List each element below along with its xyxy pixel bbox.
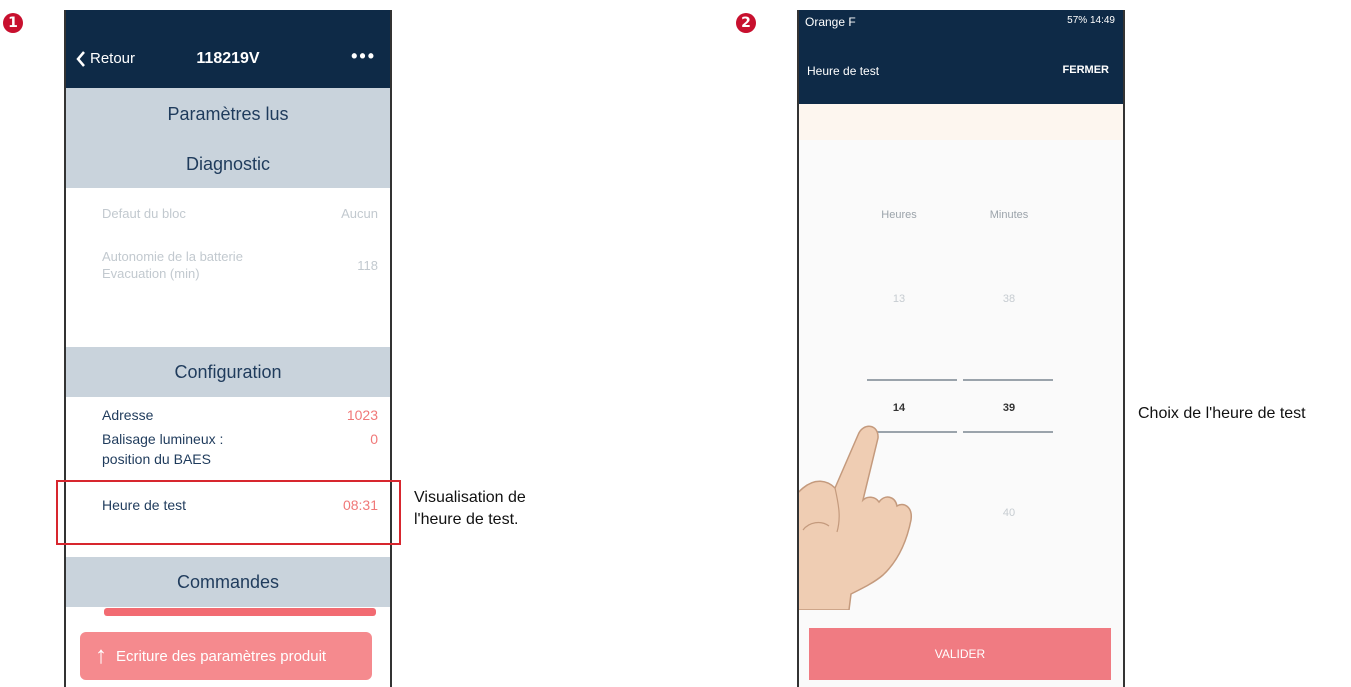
- diagnostic-label-autonomie: Autonomie de la batterie Evacuation (min…: [102, 249, 243, 281]
- partial-command-button[interactable]: [104, 608, 376, 616]
- minute-selection-line-bottom: [963, 431, 1053, 433]
- config-label-adresse: Adresse: [102, 407, 154, 423]
- phone-screen-parameters: Retour 118219V ••• Paramètres lus Diagno…: [64, 10, 392, 687]
- status-indicators: 57% 14:49: [1067, 15, 1115, 26]
- caption-visualisation: Visualisation de l'heure de test.: [414, 489, 526, 528]
- section-configuration: Configuration: [66, 347, 390, 397]
- carrier-name: Orange F: [805, 15, 856, 29]
- pointing-hand-icon: [799, 425, 912, 610]
- highlight-box: [56, 480, 401, 545]
- header-strip: [799, 104, 1123, 140]
- page-title: 118219V: [196, 50, 260, 67]
- hour-option-prev[interactable]: 13: [869, 293, 929, 305]
- diagnostic-value-autonomie: 118: [357, 258, 378, 273]
- hour-selection-line-top: [867, 379, 957, 381]
- write-parameters-label: Ecriture des paramètres produit: [116, 647, 327, 665]
- validate-button[interactable]: VALIDER: [809, 628, 1111, 680]
- section-diagnostic: Diagnostic: [66, 140, 390, 188]
- config-label-balisage: Balisage lumineux : position du BAES: [102, 431, 224, 467]
- minute-option-prev[interactable]: 38: [979, 293, 1039, 305]
- nav-bar: Heure de test FERMER: [799, 34, 1123, 104]
- section-commandes: Commandes: [66, 557, 390, 607]
- minute-selection-line-top: [963, 379, 1053, 381]
- step-1-badge: 1: [3, 13, 23, 33]
- diagnostic-label-defaut: Defaut du bloc: [102, 206, 186, 221]
- step-2-badge: 2: [736, 13, 756, 33]
- status-bar: Orange F 57% 14:49: [799, 10, 1123, 34]
- upload-arrow-icon: ↑: [95, 642, 107, 669]
- caption-choix: Choix de l'heure de test: [1138, 405, 1306, 422]
- config-value-balisage: 0: [370, 431, 378, 447]
- diagnostic-value-defaut: Aucun: [341, 206, 378, 221]
- close-button[interactable]: FERMER: [1063, 64, 1109, 76]
- nav-bar: Retour 118219V •••: [66, 10, 390, 88]
- section-parametres-lus: Paramètres lus: [66, 88, 390, 140]
- hours-label: Heures: [881, 209, 917, 221]
- phone-screen-time-picker: Orange F 57% 14:49 Heure de test FERMER …: [797, 10, 1125, 687]
- minute-option-selected[interactable]: 39: [979, 402, 1039, 414]
- minute-option-next[interactable]: 40: [979, 507, 1039, 519]
- minutes-label: Minutes: [989, 209, 1029, 221]
- more-menu-button[interactable]: •••: [351, 46, 376, 67]
- page-title: Heure de test: [807, 64, 880, 78]
- config-value-adresse: 1023: [346, 407, 378, 423]
- write-parameters-button[interactable]: ↑ Ecriture des paramètres produit: [80, 632, 372, 680]
